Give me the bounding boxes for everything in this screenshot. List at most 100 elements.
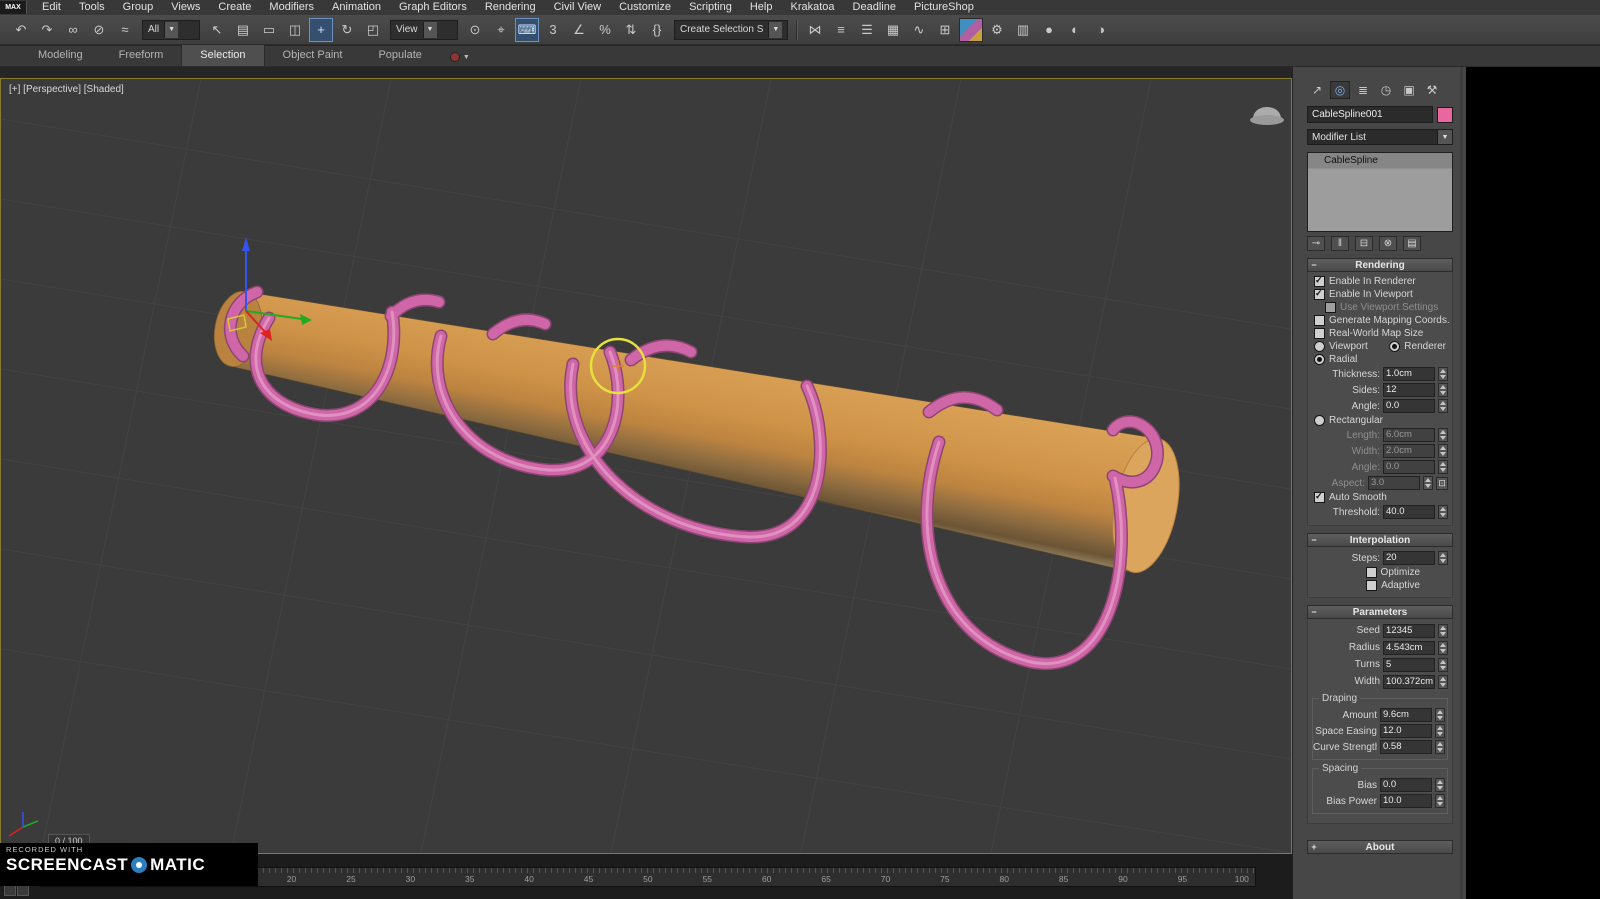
chevron-down-icon[interactable]: ▼	[164, 21, 179, 38]
viewport-label[interactable]: [+] [Perspective] [Shaded]	[9, 84, 124, 95]
value-field[interactable]: 12	[1383, 383, 1435, 397]
checkbox-row[interactable]: Use Viewport Settings	[1321, 301, 1450, 314]
snaps-toggle-icon[interactable]: 3	[541, 18, 565, 42]
modify-tab[interactable]: ◎	[1330, 81, 1350, 99]
spinner[interactable]	[1435, 708, 1445, 722]
select-by-name-icon[interactable]: ▤	[231, 18, 255, 42]
spinner[interactable]	[1438, 640, 1448, 655]
named-selection-set-combo[interactable]: Create Selection S ▼	[674, 19, 788, 40]
steering-wheel-icon[interactable]	[1250, 107, 1284, 125]
checkbox[interactable]	[1314, 328, 1325, 339]
object-name-field[interactable]: CableSpline001	[1307, 106, 1433, 123]
rollout-header-parameters[interactable]: − Parameters	[1307, 605, 1453, 619]
radio-button[interactable]	[1314, 341, 1325, 352]
menu-item[interactable]: Customize	[610, 0, 680, 15]
edit-named-selection-sets-icon[interactable]: {}	[645, 18, 669, 42]
checkbox[interactable]	[1325, 302, 1336, 313]
radio-row[interactable]: Viewport	[1310, 340, 1368, 353]
value-field[interactable]: 4.543cm	[1383, 640, 1435, 655]
undo-icon[interactable]: ↶	[9, 18, 33, 42]
pin-stack-icon[interactable]: ⊸	[1307, 236, 1325, 251]
spinner[interactable]	[1438, 444, 1448, 458]
utilities-tab[interactable]: ⚒	[1422, 81, 1442, 99]
spinner[interactable]	[1438, 657, 1448, 672]
checkbox[interactable]	[1314, 491, 1325, 503]
curve-editor-icon[interactable]: ∿	[907, 18, 931, 42]
rectangular-selection-region-icon[interactable]: ▭	[257, 18, 281, 42]
select-and-move-icon[interactable]: +	[309, 17, 333, 42]
radio-button[interactable]	[1314, 415, 1325, 426]
menu-item[interactable]: PictureShop	[905, 0, 983, 15]
value-field[interactable]: 6.0cm	[1383, 428, 1435, 442]
checkbox-row[interactable]: Real-World Map Size	[1310, 327, 1450, 340]
select-and-manipulate-icon[interactable]: ⌖	[489, 18, 513, 42]
value-field[interactable]: 40.0	[1383, 505, 1435, 519]
use-pivot-point-center-icon[interactable]: ⊙	[463, 18, 487, 42]
value-field[interactable]: 0.0	[1380, 778, 1432, 792]
application-menu-button[interactable]: MAX	[0, 1, 27, 14]
spinner[interactable]	[1438, 674, 1448, 689]
radio-row-radial[interactable]: Radial	[1310, 353, 1450, 366]
menu-item[interactable]: Views	[162, 0, 209, 15]
motion-tab[interactable]: ◷	[1376, 81, 1396, 99]
ribbon-tab[interactable]: Modeling	[20, 45, 101, 66]
angle-snap-icon[interactable]: ∠	[567, 18, 591, 42]
display-tab[interactable]: ▣	[1399, 81, 1419, 99]
percent-snap-icon[interactable]: %	[593, 18, 617, 42]
rollout-header-rendering[interactable]: − Rendering	[1307, 258, 1453, 272]
layer-manager-icon[interactable]: ☰	[855, 18, 879, 42]
remove-modifier-icon[interactable]: ⊗	[1379, 236, 1397, 251]
select-and-link-icon[interactable]: ∞	[61, 18, 85, 42]
value-field[interactable]: 9.6cm	[1380, 708, 1432, 722]
unlink-selection-icon[interactable]: ⊘	[87, 18, 111, 42]
value-field[interactable]: 12345	[1383, 623, 1435, 638]
spinner[interactable]	[1438, 367, 1448, 381]
radio-button[interactable]	[1389, 341, 1401, 352]
modifier-stack-item[interactable]: CableSpline	[1308, 153, 1452, 169]
viewport[interactable]: [+] [Perspective] [Shaded]	[0, 78, 1292, 854]
reference-coordinate-dropdown[interactable]: View ▼	[390, 19, 458, 40]
rollout-header-interpolation[interactable]: − Interpolation	[1307, 533, 1453, 547]
spinner[interactable]	[1438, 383, 1448, 397]
window-crossing-icon[interactable]: ◫	[283, 18, 307, 42]
keyboard-shortcut-override-icon[interactable]: ⌨	[515, 17, 539, 42]
ribbon-tab[interactable]: Populate	[360, 45, 439, 66]
chevron-down-icon[interactable]: ▼	[422, 21, 437, 38]
spinner[interactable]	[1438, 460, 1448, 474]
bind-to-space-warp-icon[interactable]: ≈	[113, 18, 137, 42]
menu-item[interactable]: Group	[114, 0, 163, 15]
rollout-header-about[interactable]: + About	[1307, 840, 1453, 854]
checkbox-row[interactable]: Adaptive	[1310, 579, 1450, 592]
render-iterative-icon[interactable]: ◐	[1063, 18, 1087, 42]
chevron-down-icon[interactable]: ▼	[768, 21, 783, 38]
selection-filter-dropdown[interactable]: All ▼	[142, 19, 200, 40]
lock-aspect-icon[interactable]: ⊡	[1436, 476, 1448, 490]
spinner[interactable]	[1423, 476, 1433, 490]
value-field[interactable]: 20	[1383, 551, 1435, 565]
make-unique-icon[interactable]: ⊟	[1355, 236, 1373, 251]
menu-item[interactable]: Civil View	[545, 0, 610, 15]
create-tab[interactable]: ↗	[1307, 81, 1327, 99]
ribbon-tab[interactable]: Object Paint	[265, 45, 361, 66]
hierarchy-tab[interactable]: ≣	[1353, 81, 1373, 99]
checkbox-row[interactable]: Enable In Renderer	[1310, 275, 1450, 288]
select-and-rotate-icon[interactable]: ↻	[335, 18, 359, 42]
spinner[interactable]	[1435, 724, 1445, 738]
value-field[interactable]: 100.372cm	[1383, 674, 1435, 689]
value-field[interactable]: 0.0	[1383, 399, 1435, 413]
value-field[interactable]: 2.0cm	[1383, 444, 1435, 458]
render-setup-icon[interactable]: ⚙	[985, 18, 1009, 42]
value-field[interactable]: 0.0	[1383, 460, 1435, 474]
redo-icon[interactable]: ↷	[35, 18, 59, 42]
checkbox[interactable]	[1314, 275, 1325, 287]
checkbox[interactable]	[1314, 288, 1325, 300]
configure-modifier-sets-icon[interactable]: ▤	[1403, 236, 1421, 251]
menu-item[interactable]: Edit	[33, 0, 70, 15]
checkbox-row[interactable]: Auto Smooth	[1310, 491, 1450, 504]
schematic-view-icon[interactable]: ⊞	[933, 18, 957, 42]
value-field[interactable]: 12.0	[1380, 724, 1432, 738]
menu-item[interactable]: Deadline	[844, 0, 905, 15]
spinner[interactable]	[1438, 428, 1448, 442]
modifier-stack[interactable]: CableSpline	[1307, 152, 1453, 232]
menu-item[interactable]: Krakatoa	[781, 0, 843, 15]
